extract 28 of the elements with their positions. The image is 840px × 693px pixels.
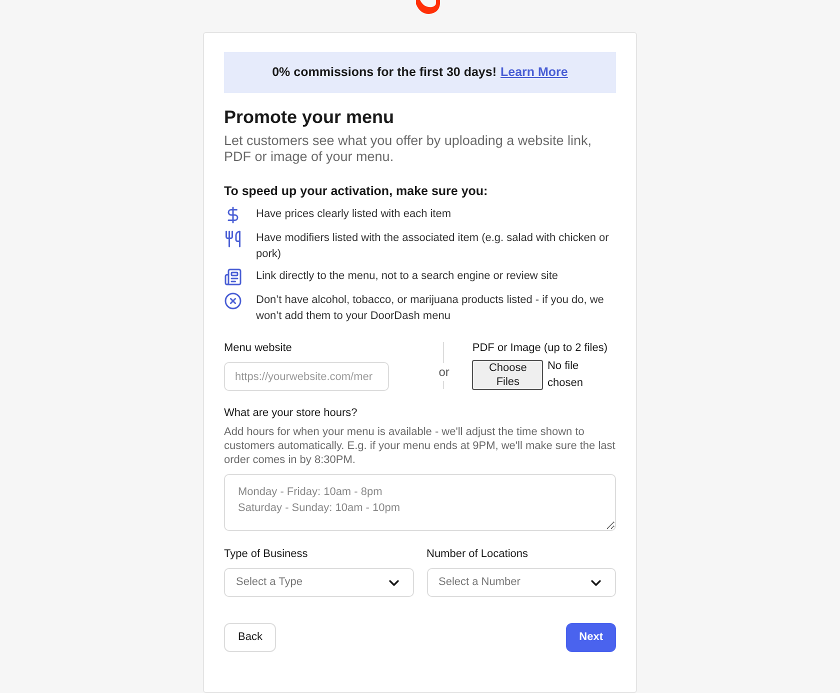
or-separator: or: [438, 363, 450, 382]
field-label: Number of Locations: [426, 546, 529, 562]
promo-text: 0% commissions for the first 30 days!: [272, 64, 496, 81]
logo-icon: [414, 0, 440, 15]
checklist-item: Don’t have alcohol, tobacco, or marijuana products listed - if you do, we won’t add them to your DoorDash menu: [256, 292, 605, 324]
checklist-item: Link directly to the menu, not to a search engine or review site: [256, 268, 558, 284]
next-button[interactable]: Next: [566, 623, 616, 652]
document-icon: [224, 268, 242, 286]
field-label: Type of Business: [224, 546, 309, 562]
select-dropdown[interactable]: Select a Number: [426, 568, 616, 597]
field-label: Menu website: [224, 340, 293, 356]
file-status: No file chosen: [547, 359, 584, 390]
help-text: Add hours for when your menu is available - we'll adjust the time shown to customers automatically. E.g. if your menu ends at 9PM, we'll make sure the last order comes in by 8:30PM.: [224, 424, 616, 466]
choose-files-button[interactable]: Choose Files: [472, 360, 544, 390]
x-circle-icon: [224, 292, 242, 310]
field-label: PDF or Image (up to 2 files): [472, 340, 609, 356]
description: Let customers see what you offer by uploading a website link, PDF or image of your menu.: [224, 132, 592, 165]
select-dropdown[interactable]: Select a Type: [224, 568, 414, 597]
page-heading: Promote your menu: [224, 106, 396, 128]
website-field[interactable]: https://yourwebsite.com/mer: [224, 362, 390, 391]
utensils-icon: [224, 230, 242, 248]
field-label: What are your store hours?: [224, 406, 358, 421]
learn-more-link[interactable]: Learn More: [500, 62, 568, 82]
back-button[interactable]: Back: [224, 623, 276, 652]
checklist-item: Have prices clearly listed with each item: [256, 206, 452, 222]
checklist-item: Have modifiers listed with the associated item (e.g. salad with chicken or pork): [256, 230, 610, 262]
store-hours-field[interactable]: Monday - Friday: 10am - 8pm Saturday - Sunday: 10am - 10pm: [224, 474, 616, 530]
checklist-title: To speed up your activation, make sure you:: [224, 182, 489, 200]
